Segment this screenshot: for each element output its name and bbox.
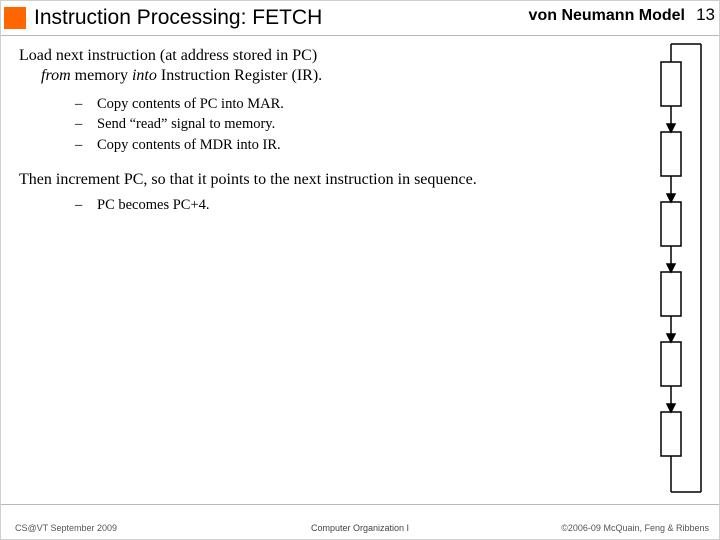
list-item: – Copy contents of MDR into IR.: [75, 135, 619, 155]
dash-bullet-icon: –: [75, 135, 97, 155]
footer-left: CS@VT September 2009: [15, 523, 117, 533]
paragraph-1-line-2: from memory into Instruction Register (I…: [19, 66, 619, 86]
dash-bullet-icon: –: [75, 114, 97, 134]
list-item: – PC becomes PC+4.: [75, 195, 699, 215]
page-number: 13: [696, 5, 715, 25]
paragraph-1-line-1: Load next instruction (at address stored…: [19, 46, 619, 66]
slide-header: Instruction Processing: FETCH von Neuman…: [1, 1, 719, 35]
list-item: – Send “read” signal to memory.: [75, 114, 619, 134]
slide-title: Instruction Processing: FETCH: [34, 6, 322, 30]
list-item-text: Copy contents of MDR into IR.: [97, 135, 281, 155]
content-area: Load next instruction (at address stored…: [1, 35, 719, 505]
text-memory: memory: [71, 67, 132, 84]
accent-square-icon: [4, 7, 26, 29]
slide: Instruction Processing: FETCH von Neuman…: [0, 0, 720, 540]
list-item-text: PC becomes PC+4.: [97, 195, 210, 215]
footer-center: Computer Organization I: [311, 523, 409, 533]
dash-bullet-icon: –: [75, 195, 97, 215]
sublist-1: – Copy contents of PC into MAR. – Send “…: [75, 94, 699, 155]
list-item-text: Copy contents of PC into MAR.: [97, 94, 284, 114]
italic-into: into: [132, 67, 157, 84]
list-item: – Copy contents of PC into MAR.: [75, 94, 619, 114]
dash-bullet-icon: –: [75, 94, 97, 114]
paragraph-2: Then increment PC, so that it points to …: [19, 171, 699, 189]
sublist-2: – PC becomes PC+4.: [75, 195, 699, 215]
italic-from: from: [41, 67, 71, 84]
text-ir: Instruction Register (IR).: [157, 67, 322, 84]
slide-subtitle: von Neumann Model: [529, 7, 685, 25]
footer-right: ©2006-09 McQuain, Feng & Ribbens: [561, 523, 709, 533]
paragraph-1: Load next instruction (at address stored…: [19, 46, 699, 86]
list-item-text: Send “read” signal to memory.: [97, 114, 275, 134]
cycle-diagram-icon: [657, 36, 713, 500]
